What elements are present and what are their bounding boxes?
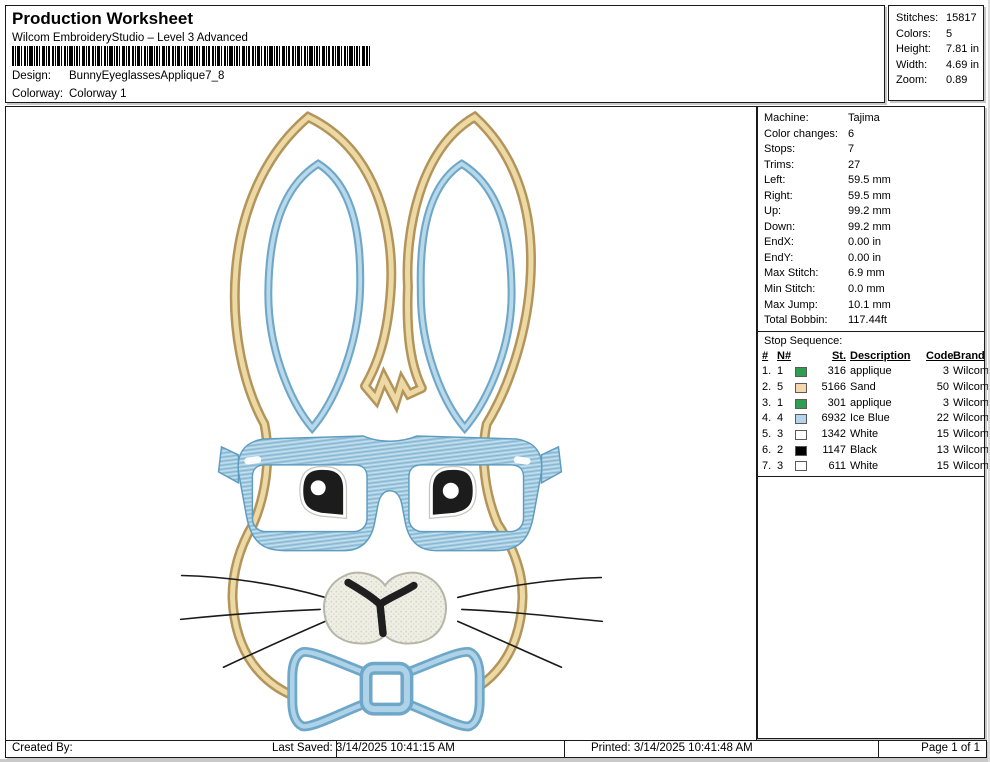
machine-row: Left: 59.5 mm bbox=[764, 174, 891, 187]
thread-color-swatch bbox=[795, 414, 807, 425]
barcode-image bbox=[12, 46, 370, 66]
machine-settings-section: Machine: Tajima Color changes: 6 Stops: 7 T… bbox=[758, 107, 984, 331]
thread-color-swatch bbox=[795, 367, 807, 378]
machine-row: Machine: Tajima bbox=[764, 112, 880, 124]
glasses-left-temple-tab bbox=[217, 445, 240, 485]
page-title: Production Worksheet bbox=[12, 9, 194, 28]
thread-color-swatch bbox=[795, 398, 807, 409]
thread-color-swatch bbox=[795, 445, 807, 456]
footer-bar: Created By: Last Saved: 3/14/2025 10:41:… bbox=[5, 740, 987, 758]
stop-sequence-header-row: # N# St. Description Code Brand bbox=[762, 349, 985, 362]
machine-row: Stops: 7 bbox=[764, 143, 855, 156]
bunny-right-eye bbox=[433, 470, 473, 515]
design-name-row: Design: BunnyEyeglassesApplique7_8 bbox=[12, 70, 224, 82]
glasses-frame bbox=[237, 435, 543, 552]
bow-tie-knot bbox=[359, 661, 414, 716]
footer-divider bbox=[336, 741, 337, 757]
machine-row: Up: 99.2 mm bbox=[764, 205, 891, 218]
bunny-eyeglasses bbox=[217, 435, 563, 552]
stop-sequence-row: 3. 1 301 applique 3 Wilcom bbox=[762, 396, 990, 409]
empty-panel-area bbox=[758, 476, 984, 738]
design-summary-box: Stitches: 15817 Colors: 5 Height: 7.81 in W… bbox=[888, 5, 984, 101]
footer-divider bbox=[878, 741, 879, 757]
stop-sequence-row: 5. 3 1342 White 15 Wilcom bbox=[762, 428, 990, 441]
design-preview-area bbox=[5, 106, 757, 741]
machine-row: Trims: 27 bbox=[764, 158, 861, 171]
last-saved-label: Last Saved: 3/14/2025 10:41:15 AM bbox=[272, 742, 455, 754]
summary-row: Width: 4.69 in bbox=[896, 58, 980, 71]
machine-row: Min Stitch: 0.0 mm bbox=[764, 283, 885, 296]
summary-row: Height: 7.81 in bbox=[896, 43, 980, 56]
colorway-row: Colorway: Colorway 1 bbox=[12, 88, 127, 100]
thread-color-swatch bbox=[795, 461, 807, 472]
machine-row: Max Jump: 10.1 mm bbox=[764, 298, 891, 311]
stop-sequence-row: 7. 3 611 White 15 Wilcom bbox=[762, 459, 990, 472]
colorway-label: Colorway: bbox=[12, 88, 64, 100]
bunny-muzzle bbox=[323, 571, 447, 645]
design-value: BunnyEyeglassesApplique7_8 bbox=[69, 70, 225, 82]
stop-sequence-row: 4. 4 6932 Ice Blue 22 Wilcom bbox=[762, 412, 990, 425]
stop-sequence-title: Stop Sequence: bbox=[764, 334, 843, 347]
machine-row: Color changes: 6 bbox=[764, 127, 855, 140]
footer-divider bbox=[564, 741, 565, 757]
created-by-label: Created By: bbox=[12, 742, 73, 754]
right-eye-highlight bbox=[442, 482, 459, 499]
header-box: Production Worksheet Wilcom EmbroiderySt… bbox=[5, 5, 885, 103]
page-number-label: Page 1 of 1 bbox=[921, 742, 980, 754]
summary-row: Zoom: 0.89 bbox=[896, 74, 968, 87]
machine-row: EndY: 0.00 in bbox=[764, 251, 882, 264]
summary-row: Colors: 5 bbox=[896, 27, 953, 40]
stop-sequence-row: 1. 1 316 applique 3 Wilcom bbox=[762, 365, 990, 378]
stop-sequence-section: Stop Sequence: # N# St. Description Code… bbox=[758, 330, 990, 477]
colorway-value: Colorway 1 bbox=[69, 88, 127, 100]
printed-label: Printed: 3/14/2025 10:41:48 AM bbox=[591, 742, 753, 754]
thread-color-swatch bbox=[795, 382, 807, 393]
bunny-bow-tie bbox=[292, 652, 479, 727]
software-subtitle: Wilcom EmbroideryStudio – Level 3 Advanc… bbox=[12, 32, 248, 44]
machine-info-panel: Machine: Tajima Color changes: 6 Stops: 7 T… bbox=[757, 106, 990, 739]
design-label: Design: bbox=[12, 70, 51, 82]
summary-row: Stitches: 15817 bbox=[896, 12, 977, 24]
bunny-left-eye bbox=[303, 470, 343, 515]
machine-row: Max Stitch: 6.9 mm bbox=[764, 267, 885, 280]
stop-sequence-row: 2. 5 5166 Sand 50 Wilcom bbox=[762, 381, 990, 394]
left-eye-highlight bbox=[310, 480, 326, 496]
machine-row: Down: 99.2 mm bbox=[764, 220, 891, 233]
thread-color-swatch bbox=[795, 430, 807, 441]
machine-row: Total Bobbin: 117.44ft bbox=[764, 314, 887, 327]
glasses-right-temple-tab bbox=[540, 445, 563, 485]
machine-row: Right: 59.5 mm bbox=[764, 189, 891, 202]
bunny-applique-design bbox=[179, 107, 604, 738]
machine-row: EndX: 0.00 in bbox=[764, 236, 882, 249]
stop-sequence-row: 6. 2 1147 Black 13 Wilcom bbox=[762, 443, 990, 456]
